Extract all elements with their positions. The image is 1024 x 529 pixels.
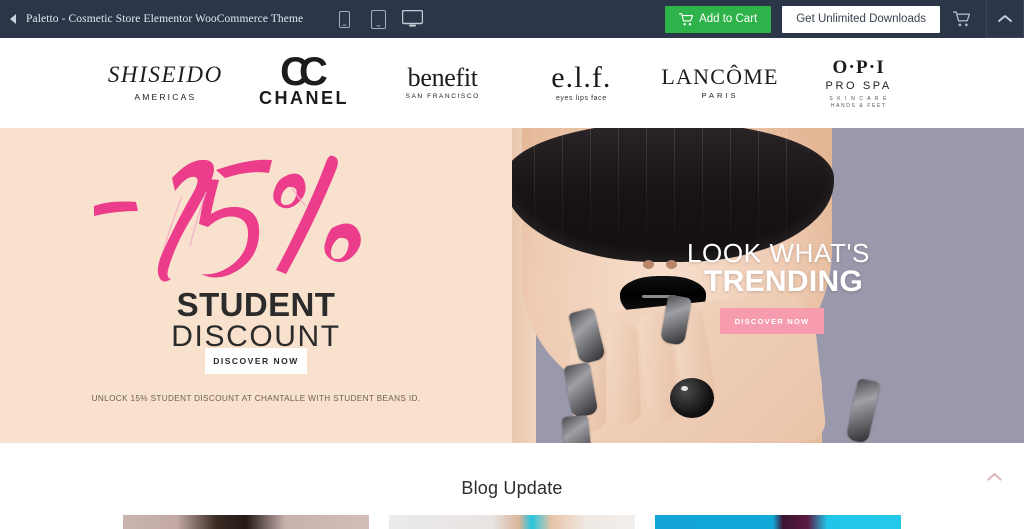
cart-button[interactable] [940, 0, 982, 38]
cart-icon [952, 11, 970, 27]
brand-logo-opi: O·P·I PRO SPA S K I N C A R E HANDS & FE… [789, 58, 928, 109]
toolbar-actions: Add to Cart Get Unlimited Downloads [665, 0, 1024, 38]
preview-title: Paletto - Cosmetic Store Elementor WooCo… [26, 13, 304, 25]
tablet-icon [370, 9, 386, 29]
hero-left-headline-bold: STUDENT [176, 286, 336, 323]
desktop-preview-button[interactable] [399, 6, 425, 32]
brand-logo-elf: e.l.f. eyes lips face [512, 63, 651, 103]
brand-tagline: PARIS [701, 90, 739, 100]
brand-tagline-2: S K I N C A R E [829, 95, 889, 102]
collapse-toolbar-button[interactable] [986, 0, 1024, 38]
mobile-icon [338, 10, 350, 28]
device-preview-group [331, 6, 425, 32]
get-unlimited-downloads-button[interactable]: Get Unlimited Downloads [782, 5, 940, 33]
model-ring [670, 378, 714, 418]
blog-update-section: Blog Update [0, 443, 1024, 529]
model-nail [561, 414, 593, 443]
brand-name: O·P·I [832, 56, 885, 78]
hero-slide-student-discount: STUDENT DISCOUNT DISCOVER NOW UNLOCK 15%… [0, 128, 512, 443]
caret-left-icon [9, 14, 16, 24]
blog-card-2[interactable] [389, 515, 635, 529]
brand-tagline: AMERICAS [134, 92, 197, 103]
brand-tagline-3: HANDS & FEET [830, 102, 887, 109]
blog-card-1[interactable] [123, 515, 369, 529]
hero-right-headline-bold: TRENDING [704, 265, 864, 298]
brand-name: CHANEL [259, 88, 349, 109]
hero-slide-look-whats-trending: LOOK WHAT'S TRENDING DISCOVER NOW [512, 128, 1024, 443]
brand-logo-shiseido: SHISEIDO AMERICAS [96, 63, 235, 102]
brand-logo-lancome: LANCÔME PARIS [651, 63, 790, 100]
desktop-icon [401, 10, 423, 27]
chanel-monogram: CC [280, 50, 328, 94]
hero-left-discover-now-button[interactable]: DISCOVER NOW [205, 348, 307, 374]
blog-section-title: Blog Update [461, 478, 563, 498]
tablet-preview-button[interactable] [365, 6, 391, 32]
brand-logo-strip: SHISEIDO AMERICAS CC CHANEL benefit SAN … [0, 38, 1024, 128]
model-nose [640, 248, 680, 274]
mobile-preview-button[interactable] [331, 6, 357, 32]
brand-tagline: SAN FRANCISCO [405, 93, 480, 101]
discount-brush-art [94, 155, 361, 282]
chevron-up-icon [986, 472, 1002, 481]
hero-left-disclaimer: UNLOCK 15% STUDENT DISCOUNT AT CHANTALLE… [91, 394, 421, 403]
scroll-to-top-button[interactable] [980, 462, 1008, 490]
brand-name: SHISEIDO [107, 62, 223, 88]
blog-card-list [123, 515, 901, 529]
brand-logo-benefit: benefit SAN FRANCISCO [373, 63, 512, 101]
preview-toolbar: Paletto - Cosmetic Store Elementor WooCo… [0, 0, 1024, 38]
cart-icon [679, 12, 694, 25]
blog-card-3[interactable] [655, 515, 901, 529]
brand-name: LANCÔME [661, 63, 779, 89]
hero-section: STUDENT DISCOUNT DISCOVER NOW UNLOCK 15%… [0, 128, 1024, 443]
brand-tagline: eyes lips face [555, 95, 607, 103]
brand-logo-chanel: CC CHANEL [235, 50, 374, 109]
model-nail [845, 378, 881, 443]
chevron-up-icon [998, 15, 1012, 22]
brand-tagline: PRO SPA [825, 79, 892, 92]
add-to-cart-button[interactable]: Add to Cart [665, 5, 772, 33]
add-to-cart-label: Add to Cart [699, 13, 758, 25]
hero-right-discover-now-button[interactable]: DISCOVER NOW [720, 308, 824, 334]
brand-name: benefit [407, 63, 478, 93]
brand-name: e.l.f. [551, 61, 612, 95]
back-button[interactable] [0, 0, 26, 38]
